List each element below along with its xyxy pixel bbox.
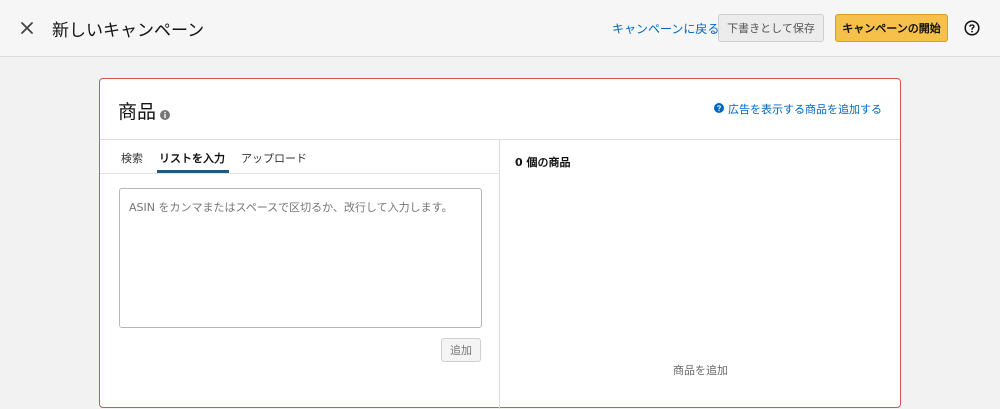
save-draft-button[interactable]: 下書きとして保存 (718, 14, 824, 42)
active-tab-indicator (157, 170, 229, 173)
add-button[interactable]: 追加 (441, 338, 481, 362)
start-campaign-button[interactable]: キャンペーンの開始 (835, 14, 948, 42)
back-to-campaigns-link[interactable]: キャンペーンに戻る (612, 20, 719, 37)
tab-search[interactable]: 検索 (121, 150, 143, 166)
question-circle-icon (714, 102, 724, 116)
product-count: 0 個の商品 (515, 156, 571, 169)
help-icon[interactable] (964, 20, 980, 36)
tab-upload[interactable]: アップロード (241, 150, 307, 166)
products-card: 商品 広告を表示する商品を追加する 検索 リストを入力 アップロード ASIN … (99, 78, 901, 409)
selected-products-pane: 0 個の商品 商品を追加 (501, 140, 900, 409)
top-bar: 新しいキャンペーン キャンペーンに戻る 下書きとして保存 キャンペーンの開始 (0, 0, 1000, 57)
product-input-pane: 検索 リストを入力 アップロード 追加 (100, 140, 500, 409)
add-products-link-label: 広告を表示する商品を追加する (728, 103, 882, 116)
empty-state-text: 商品を追加 (673, 364, 728, 377)
page-title: 新しいキャンペーン (52, 21, 205, 41)
tab-enter-list[interactable]: リストを入力 (159, 150, 225, 166)
add-products-link[interactable]: 広告を表示する商品を追加する (714, 101, 882, 117)
asin-input[interactable] (119, 188, 482, 328)
info-icon[interactable] (160, 105, 170, 120)
close-icon[interactable] (16, 17, 38, 39)
product-tabs: 検索 リストを入力 アップロード (100, 140, 500, 174)
products-card-header: 商品 広告を表示する商品を追加する (100, 79, 900, 140)
products-title: 商品 (118, 101, 157, 123)
